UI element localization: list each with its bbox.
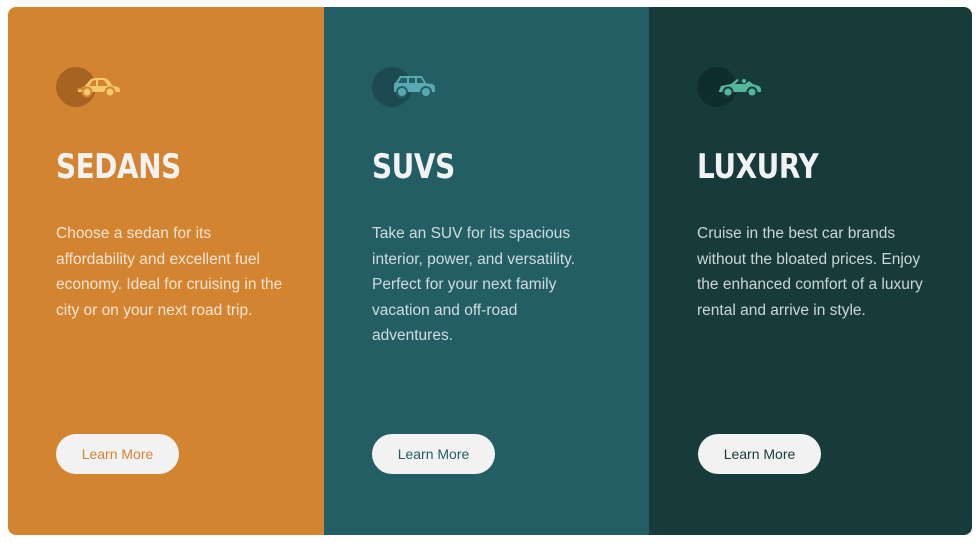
card-description: Cruise in the best car brands without th… <box>697 225 923 319</box>
card-sedans: SEDANS Choose a sedan for its affordabil… <box>8 7 324 535</box>
convertible-car-icon <box>697 67 765 107</box>
suv-car-icon <box>372 67 440 107</box>
card-title: LUXURY <box>697 147 819 187</box>
sedan-car-icon <box>56 67 124 107</box>
suv-car-icon-glyph <box>394 76 435 98</box>
card-description: Choose a sedan for its affordability and… <box>56 225 283 319</box>
convertible-car-icon-glyph <box>719 79 761 98</box>
card-title: SUVS <box>372 147 455 187</box>
learn-more-button-suvs[interactable]: Learn More <box>372 434 495 474</box>
card-description: Take an SUV for its spacious interior, p… <box>372 225 576 344</box>
card-luxury: LUXURY Cruise in the best car brands wit… <box>649 7 972 535</box>
sedan-car-icon-glyph <box>77 78 120 98</box>
card-suvs: SUVS Take an SUV for its spacious interi… <box>324 7 649 535</box>
car-category-cards: SEDANS Choose a sedan for its affordabil… <box>8 7 972 535</box>
learn-more-button-sedans[interactable]: Learn More <box>56 434 179 474</box>
learn-more-button-luxury[interactable]: Learn More <box>698 434 821 474</box>
card-title: SEDANS <box>56 147 181 187</box>
